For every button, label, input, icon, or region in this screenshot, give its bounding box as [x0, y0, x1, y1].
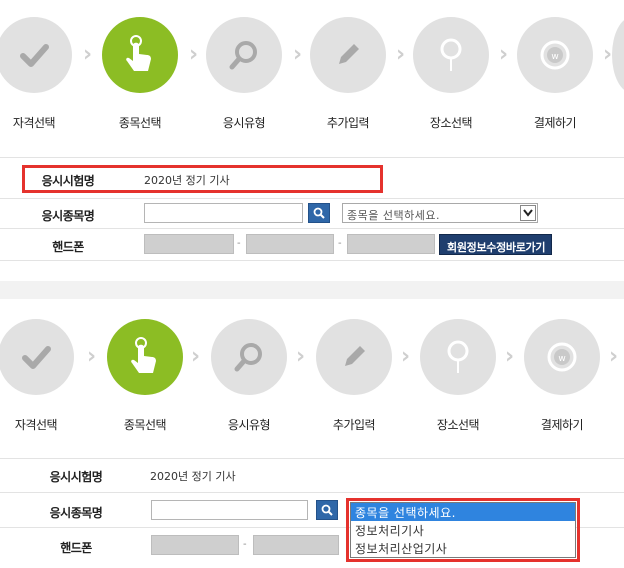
- chevron-right-icon: ›: [603, 42, 613, 67]
- phone-part-3-input[interactable]: [347, 234, 435, 254]
- subject-row: 응시종목명 종목을 선택하세요.: [0, 199, 624, 231]
- divider: [0, 260, 624, 261]
- pencil-icon: [345, 346, 365, 366]
- step-payment: w 결제하기: [512, 319, 612, 433]
- search-button[interactable]: [308, 203, 330, 223]
- pencil-icon: [339, 44, 359, 64]
- step-label: 추가입력: [326, 116, 370, 130]
- step-location: 장소선택: [401, 17, 501, 131]
- step-circle: [206, 17, 282, 93]
- won-coin-icon: w: [547, 342, 577, 372]
- won-coin-icon: w: [540, 40, 570, 70]
- exam-name-value: 2020년 정기 기사: [150, 470, 236, 483]
- step-label: 결제하기: [533, 116, 577, 130]
- step-circle: w: [517, 17, 593, 93]
- subject-label: 응시종목명: [49, 506, 103, 520]
- step-circle-active: [107, 319, 183, 395]
- map-pin-icon: [447, 340, 469, 373]
- step-label: 추가입력: [332, 418, 376, 432]
- step-label: 자격선택: [12, 116, 56, 130]
- step-exam-type: 응시유형: [199, 319, 299, 433]
- step-payment: w 결제하기: [505, 17, 605, 131]
- phone-part-1-input[interactable]: [144, 234, 234, 254]
- phone-separator: -: [338, 238, 342, 249]
- step-label: 장소선택: [429, 116, 473, 130]
- svg-text:w: w: [558, 354, 565, 364]
- subject-select[interactable]: 종목을 선택하세요.: [342, 203, 538, 223]
- step-additional-input: 추가입력: [298, 17, 398, 131]
- bottom-panel: 자격선택 › 종목선택 › 응시유형 › 추가입력 › 장소선택 › w 결제하…: [0, 299, 624, 568]
- step-label: 자격선택: [14, 418, 58, 432]
- step-label: 종목선택: [123, 418, 167, 432]
- phone-label: 핸드폰: [52, 240, 84, 254]
- step-qualification: 자격선택: [0, 319, 86, 433]
- chevron-down-icon[interactable]: [520, 205, 536, 221]
- search-button[interactable]: [316, 500, 338, 520]
- step-circle: w: [524, 319, 600, 395]
- phone-part-1-input[interactable]: [151, 535, 239, 555]
- divider: [0, 492, 624, 493]
- step-label: 결제하기: [540, 418, 584, 432]
- step-progress-bar: 자격선택 › 종목선택 › 응시유형 › 추가입력 › 장소선택 › w 결제하…: [0, 319, 624, 459]
- phone-part-2-input[interactable]: [246, 234, 334, 254]
- step-subject: 종목선택: [95, 319, 195, 433]
- hand-pointer-icon: [126, 35, 151, 71]
- subject-label: 응시종목명: [41, 209, 95, 223]
- separator-band: [0, 281, 624, 299]
- step-circle: [211, 319, 287, 395]
- divider: [0, 228, 624, 229]
- top-panel: 자격선택 › 종목선택 › 응시유형 › 추가입력 › 장소선택 › w 결제하…: [0, 0, 624, 281]
- subject-select-value: 종목을 선택하세요.: [347, 209, 440, 222]
- step-additional-input: 추가입력: [304, 319, 404, 433]
- step-label: 응시유형: [222, 116, 266, 130]
- step-circle-partial: [612, 17, 624, 93]
- step-label: 종목선택: [118, 116, 162, 130]
- step-label: 장소선택: [436, 418, 480, 432]
- divider: [0, 157, 624, 158]
- map-pin-icon: [440, 38, 462, 71]
- phone-label: 핸드폰: [60, 541, 92, 555]
- step-circle: [310, 17, 386, 93]
- highlight-box: [346, 498, 580, 562]
- step-qualification: 자격선택: [0, 17, 84, 131]
- magnifier-icon: [234, 343, 262, 372]
- check-icon: [22, 346, 51, 369]
- step-circle-active: [102, 17, 178, 93]
- exam-name-row: 응시시험명 2020년 정기 기사: [0, 460, 624, 492]
- svg-text:w: w: [551, 52, 558, 62]
- phone-part-2-input[interactable]: [253, 535, 339, 555]
- phone-separator: -: [243, 539, 247, 550]
- step-progress-bar: 자격선택 › 종목선택 › 응시유형 › 추가입력 › 장소선택 › w 결제하…: [0, 0, 624, 140]
- search-icon: [321, 504, 333, 516]
- divider: [0, 458, 624, 459]
- search-icon: [313, 207, 325, 219]
- phone-row: 핸드폰 - - 회원정보수정바로가기: [0, 230, 624, 262]
- step-subject: 종목선택: [90, 17, 190, 131]
- member-info-edit-button[interactable]: 회원정보수정바로가기: [439, 234, 553, 255]
- highlight-box: [22, 165, 383, 193]
- step-exam-type: 응시유형: [194, 17, 294, 131]
- chevron-right-icon: ›: [609, 344, 619, 369]
- phone-separator: -: [237, 238, 241, 249]
- step-circle: [413, 17, 489, 93]
- check-icon: [20, 44, 49, 67]
- step-circle: [0, 17, 72, 93]
- step-location: 장소선택: [408, 319, 508, 433]
- exam-name-label: 응시시험명: [49, 470, 103, 484]
- step-circle: [420, 319, 496, 395]
- hand-pointer-icon: [131, 337, 156, 373]
- step-label: 응시유형: [227, 418, 271, 432]
- step-circle: [316, 319, 392, 395]
- subject-search-input[interactable]: [144, 203, 303, 223]
- subject-search-input[interactable]: [151, 500, 308, 520]
- magnifier-icon: [229, 41, 257, 70]
- step-circle: [0, 319, 74, 395]
